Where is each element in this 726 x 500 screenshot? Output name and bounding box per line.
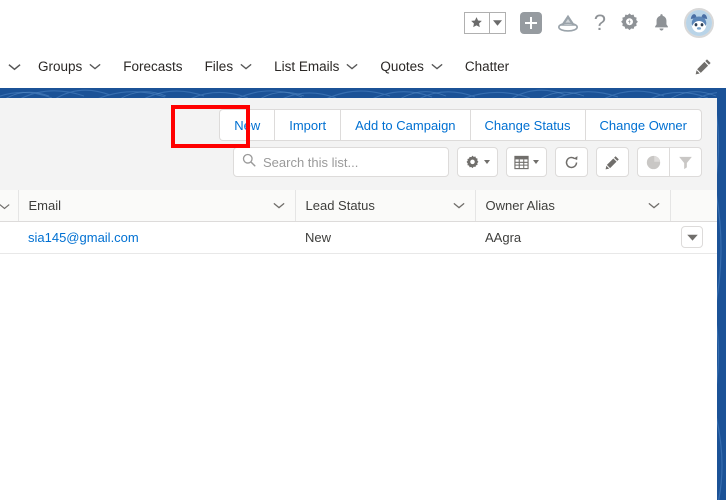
import-button[interactable]: Import — [274, 109, 341, 141]
nav-item-label: Groups — [38, 59, 83, 74]
column-header-row-actions — [670, 190, 717, 222]
nav-items: Groups Forecasts Files List Emails Quote… — [0, 45, 520, 88]
nav-item-label: Chatter — [464, 59, 510, 74]
object-nav-bar: Groups Forecasts Files List Emails Quote… — [0, 45, 726, 88]
page-right-edge-decoration — [717, 88, 726, 500]
user-avatar[interactable] — [684, 7, 714, 38]
nav-item-list-emails[interactable]: List Emails — [263, 45, 369, 88]
row-stub-cell — [0, 221, 18, 254]
change-status-button[interactable]: Change Status — [469, 109, 585, 141]
column-label: Email — [28, 197, 62, 213]
row-actions-chevron-down-icon[interactable] — [681, 226, 703, 248]
list-toolbar — [233, 147, 702, 177]
search-this-list-box[interactable] — [233, 147, 449, 177]
nav-item-quotes[interactable]: Quotes — [369, 45, 454, 88]
table-header-row: Email Lead Status Owner Alias — [0, 190, 717, 222]
inline-edit-pencil-button[interactable] — [596, 147, 629, 177]
chevron-down-icon — [533, 160, 539, 164]
nav-item-label: Forecasts — [123, 59, 183, 74]
salesforce-leads-list-page: ? Groups Forecasts Files List Emails Quo… — [0, 0, 726, 500]
column-header-lead-status[interactable]: Lead Status — [295, 190, 476, 222]
column-header-email[interactable]: Email — [18, 190, 296, 222]
trailhead-icon[interactable] — [556, 12, 580, 34]
global-actions-plus-icon[interactable] — [519, 11, 542, 34]
edit-nav-pencil-icon[interactable] — [695, 58, 712, 75]
notifications-bell-icon[interactable] — [653, 13, 670, 32]
leads-list-table: Email Lead Status Owner Alias sia145@gma… — [0, 190, 717, 500]
charts-filter-group — [637, 147, 702, 177]
table-row[interactable]: sia145@gmail.com New AAgra — [0, 221, 717, 254]
favorites-button-group[interactable] — [463, 11, 506, 34]
refresh-button[interactable] — [555, 147, 588, 177]
nav-item-chatter[interactable]: Chatter — [454, 45, 520, 88]
cell-owner-alias: AAgra — [475, 221, 670, 254]
search-icon — [242, 153, 256, 172]
column-label: Lead Status — [305, 197, 375, 213]
nav-item-forecasts[interactable]: Forecasts — [112, 45, 193, 88]
cell-row-actions — [670, 221, 717, 254]
list-view-controls-group — [457, 147, 547, 177]
page-banner-decoration — [0, 88, 726, 98]
search-input[interactable] — [263, 154, 440, 170]
cell-email: sia145@gmail.com — [18, 221, 295, 254]
chevron-down-icon — [484, 160, 490, 164]
nav-item-label: List Emails — [274, 59, 340, 74]
filter-button[interactable] — [669, 147, 702, 177]
list-view-controls-button[interactable] — [457, 147, 498, 177]
column-header-owner-alias[interactable]: Owner Alias — [475, 190, 671, 222]
nav-item-groups[interactable]: Groups — [27, 45, 112, 88]
add-to-campaign-button[interactable]: Add to Campaign — [340, 109, 470, 141]
new-button[interactable]: New — [219, 109, 275, 141]
display-as-button[interactable] — [506, 147, 547, 177]
global-header: ? — [0, 0, 726, 45]
column-label: Owner Alias — [485, 197, 555, 213]
favorites-chevron-down-icon[interactable] — [488, 11, 506, 34]
charts-button[interactable] — [637, 147, 669, 177]
list-action-buttons: New Import Add to Campaign Change Status… — [219, 109, 702, 141]
cell-lead-status: New — [295, 221, 475, 254]
help-icon[interactable]: ? — [594, 11, 606, 34]
nav-item-label: Files — [204, 59, 234, 74]
nav-item-files[interactable]: Files — [194, 45, 264, 88]
setup-gear-icon[interactable] — [620, 13, 639, 32]
favorite-star-icon[interactable] — [463, 11, 489, 34]
column-header-truncated[interactable] — [0, 190, 19, 222]
nav-overflow-chevron-down-icon[interactable] — [0, 45, 27, 88]
global-header-icons: ? — [463, 7, 714, 38]
change-owner-button[interactable]: Change Owner — [584, 109, 702, 141]
nav-item-label: Quotes — [380, 59, 424, 74]
email-link[interactable]: sia145@gmail.com — [28, 230, 139, 245]
